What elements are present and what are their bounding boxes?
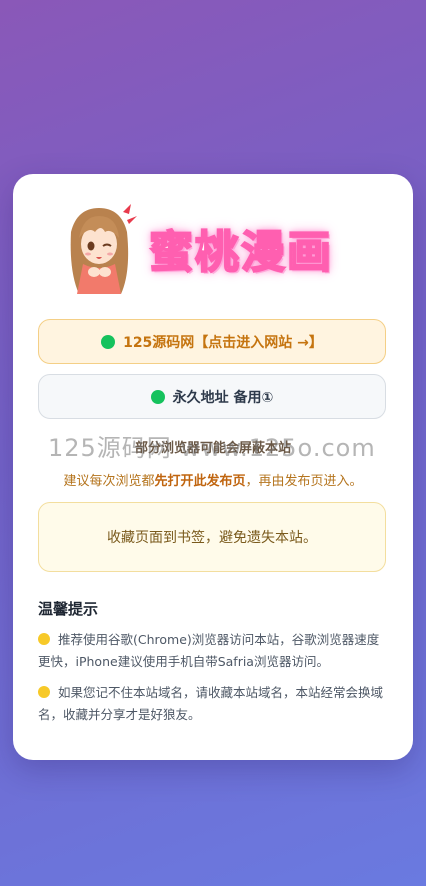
status-dot-icon xyxy=(101,334,116,349)
tip-text: 如果您记不住本站域名，请收藏本站域名，本站经常会换域名，收藏并分享才是好狼友。 xyxy=(38,685,384,722)
tip-item: 推荐使用谷歌(Chrome)浏览器访问本站，谷歌浏览器速度更快，iPhone建议… xyxy=(38,629,388,673)
publish-page-advice: 建议每次浏览都先打开此发布页，再由发布页进入。 xyxy=(13,470,413,489)
bullet-dot-icon xyxy=(38,633,50,645)
landing-card: 蜜桃漫画 125源码网【点击进入网站 →】 永久地址 备用① 部分浏览器可能会屏… xyxy=(13,174,413,760)
anime-girl-mascot-icon xyxy=(70,204,137,294)
advice-emphasis: 先打开此发布页 xyxy=(154,474,246,489)
bullet-dot-icon xyxy=(38,686,50,698)
advice-prefix: 建议每次浏览都 xyxy=(63,474,155,489)
site-logo[interactable]: 蜜桃漫画 xyxy=(61,202,371,294)
status-dot-icon xyxy=(150,389,165,404)
tips-heading: 温馨提示 xyxy=(38,600,99,618)
backup-address-button[interactable]: 永久地址 备用① xyxy=(38,374,386,419)
tip-text: 推荐使用谷歌(Chrome)浏览器访问本站，谷歌浏览器速度更快，iPhone建议… xyxy=(38,632,380,669)
bookmark-notice: 收藏页面到书签，避免遗失本站。 xyxy=(38,502,386,572)
tip-item: 如果您记不住本站域名，请收藏本站域名，本站经常会换域名，收藏并分享才是好狼友。 xyxy=(38,682,388,726)
site-title: 蜜桃漫画 xyxy=(148,226,333,279)
enter-site-button[interactable]: 125源码网【点击进入网站 →】 xyxy=(38,319,386,364)
browser-block-notice: 部分浏览器可能会屏蔽本站 xyxy=(134,441,291,456)
backup-address-label: 永久地址 备用① xyxy=(172,389,274,406)
advice-suffix: ，再由发布页进入。 xyxy=(245,474,363,489)
enter-site-label: 125源码网【点击进入网站 →】 xyxy=(123,334,323,351)
